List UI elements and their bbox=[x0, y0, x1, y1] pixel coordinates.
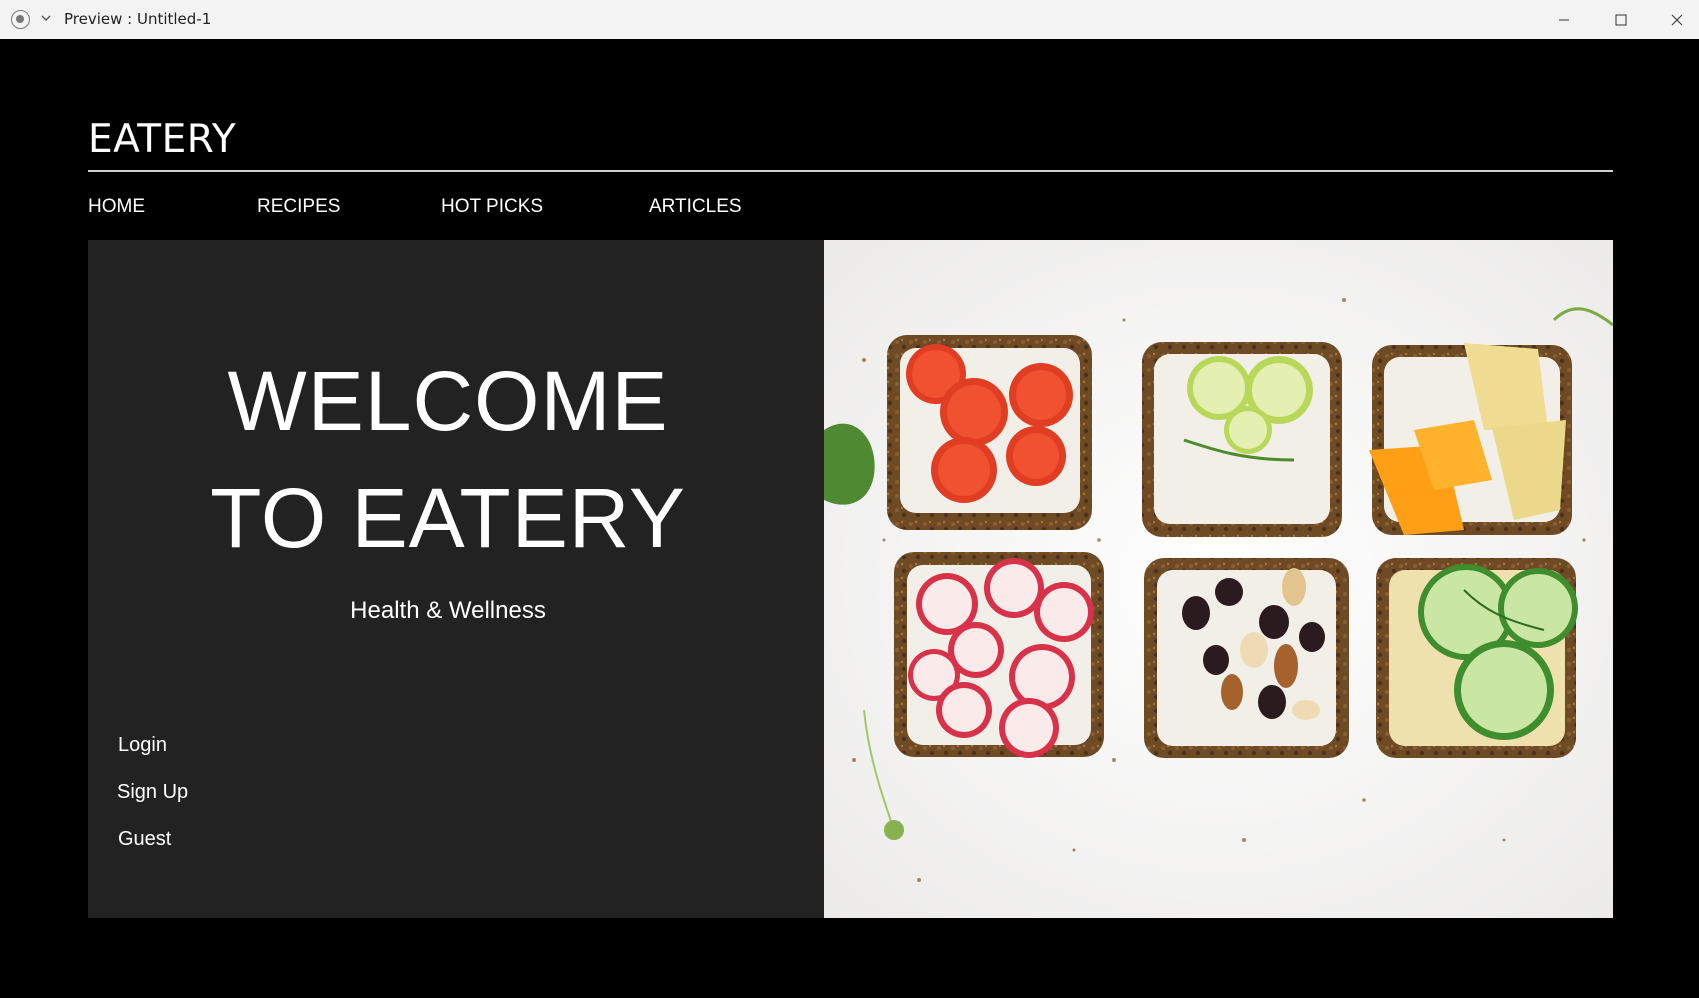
hero-panel: WELCOME TO EATERY Health & Wellness Logi… bbox=[88, 240, 824, 918]
nav-recipes[interactable]: RECIPES bbox=[257, 196, 340, 218]
chevron-down-icon[interactable] bbox=[39, 11, 53, 25]
nav-hot-picks[interactable]: HOT PICKS bbox=[441, 196, 543, 218]
close-icon bbox=[1671, 14, 1683, 25]
food-photo bbox=[824, 240, 1613, 918]
nav-articles[interactable]: ARTICLES bbox=[649, 196, 742, 218]
window-title: Preview : Untitled-1 bbox=[64, 10, 212, 28]
app-record-icon[interactable] bbox=[11, 10, 30, 29]
login-link[interactable]: Login bbox=[118, 734, 167, 757]
nav-home[interactable]: HOME bbox=[88, 196, 145, 218]
hero-subtitle: Health & Wellness bbox=[350, 597, 546, 624]
brand-logo: EATERY bbox=[88, 117, 237, 162]
signup-link[interactable]: Sign Up bbox=[117, 781, 188, 804]
minimize-icon bbox=[1559, 19, 1569, 20]
maximize-icon bbox=[1615, 14, 1627, 25]
close-button[interactable] bbox=[1649, 0, 1699, 39]
header-divider bbox=[88, 170, 1613, 172]
window-titlebar: Preview : Untitled-1 bbox=[0, 0, 1699, 39]
hero-title-line1: WELCOME bbox=[227, 354, 669, 448]
app-canvas: EATERY HOME RECIPES HOT PICKS ARTICLES W… bbox=[0, 39, 1699, 998]
hero-title-line2: TO EATERY bbox=[210, 471, 686, 565]
minimize-button[interactable] bbox=[1536, 0, 1592, 39]
open-sandwiches-image bbox=[824, 240, 1613, 918]
maximize-button[interactable] bbox=[1593, 0, 1649, 39]
guest-link[interactable]: Guest bbox=[118, 828, 171, 851]
